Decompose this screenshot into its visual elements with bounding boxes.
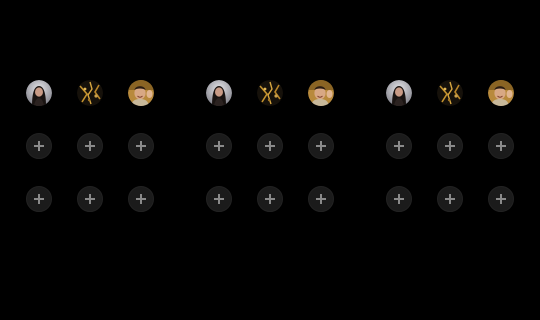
plus-icon — [316, 194, 326, 204]
avatar-grid-3 — [386, 80, 516, 212]
contact-picker-screen — [0, 0, 540, 320]
avatar-pattern[interactable] — [437, 80, 463, 106]
smiling-man-avatar-icon — [308, 80, 334, 106]
plus-icon — [34, 194, 44, 204]
avatar-woman[interactable] — [206, 80, 232, 106]
avatar-man[interactable] — [308, 80, 334, 106]
avatar-grid-2 — [206, 80, 336, 212]
woman-long-hair-avatar-icon — [26, 80, 52, 106]
add-contact-button[interactable] — [437, 133, 463, 159]
plus-icon — [394, 194, 404, 204]
add-contact-button[interactable] — [128, 133, 154, 159]
avatar-man[interactable] — [488, 80, 514, 106]
plus-icon — [265, 141, 275, 151]
avatar-woman[interactable] — [386, 80, 412, 106]
woman-long-hair-avatar-icon — [206, 80, 232, 106]
plus-icon — [34, 141, 44, 151]
smiling-man-avatar-icon — [128, 80, 154, 106]
add-contact-button[interactable] — [257, 186, 283, 212]
add-contact-button[interactable] — [128, 186, 154, 212]
add-contact-button[interactable] — [77, 186, 103, 212]
woman-long-hair-avatar-icon — [386, 80, 412, 106]
dark-gold-pattern-avatar-icon — [77, 80, 103, 106]
plus-icon — [85, 141, 95, 151]
plus-icon — [136, 141, 146, 151]
smiling-man-avatar-icon — [488, 80, 514, 106]
plus-icon — [496, 194, 506, 204]
plus-icon — [496, 141, 506, 151]
plus-icon — [316, 141, 326, 151]
add-contact-button[interactable] — [257, 133, 283, 159]
avatar-pattern[interactable] — [257, 80, 283, 106]
dark-gold-pattern-avatar-icon — [257, 80, 283, 106]
dark-gold-pattern-avatar-icon — [437, 80, 463, 106]
add-contact-button[interactable] — [206, 133, 232, 159]
add-contact-button[interactable] — [308, 186, 334, 212]
plus-icon — [136, 194, 146, 204]
plus-icon — [85, 194, 95, 204]
plus-icon — [445, 194, 455, 204]
plus-icon — [214, 141, 224, 151]
add-contact-button[interactable] — [26, 133, 52, 159]
avatar-man[interactable] — [128, 80, 154, 106]
plus-icon — [214, 194, 224, 204]
plus-icon — [265, 194, 275, 204]
plus-icon — [394, 141, 404, 151]
add-contact-button[interactable] — [308, 133, 334, 159]
avatar-pattern[interactable] — [77, 80, 103, 106]
add-contact-button[interactable] — [386, 133, 412, 159]
plus-icon — [445, 141, 455, 151]
add-contact-button[interactable] — [77, 133, 103, 159]
add-contact-button[interactable] — [488, 186, 514, 212]
avatar-woman[interactable] — [26, 80, 52, 106]
avatar-grid-1 — [26, 80, 156, 212]
add-contact-button[interactable] — [488, 133, 514, 159]
add-contact-button[interactable] — [437, 186, 463, 212]
add-contact-button[interactable] — [386, 186, 412, 212]
add-contact-button[interactable] — [26, 186, 52, 212]
add-contact-button[interactable] — [206, 186, 232, 212]
